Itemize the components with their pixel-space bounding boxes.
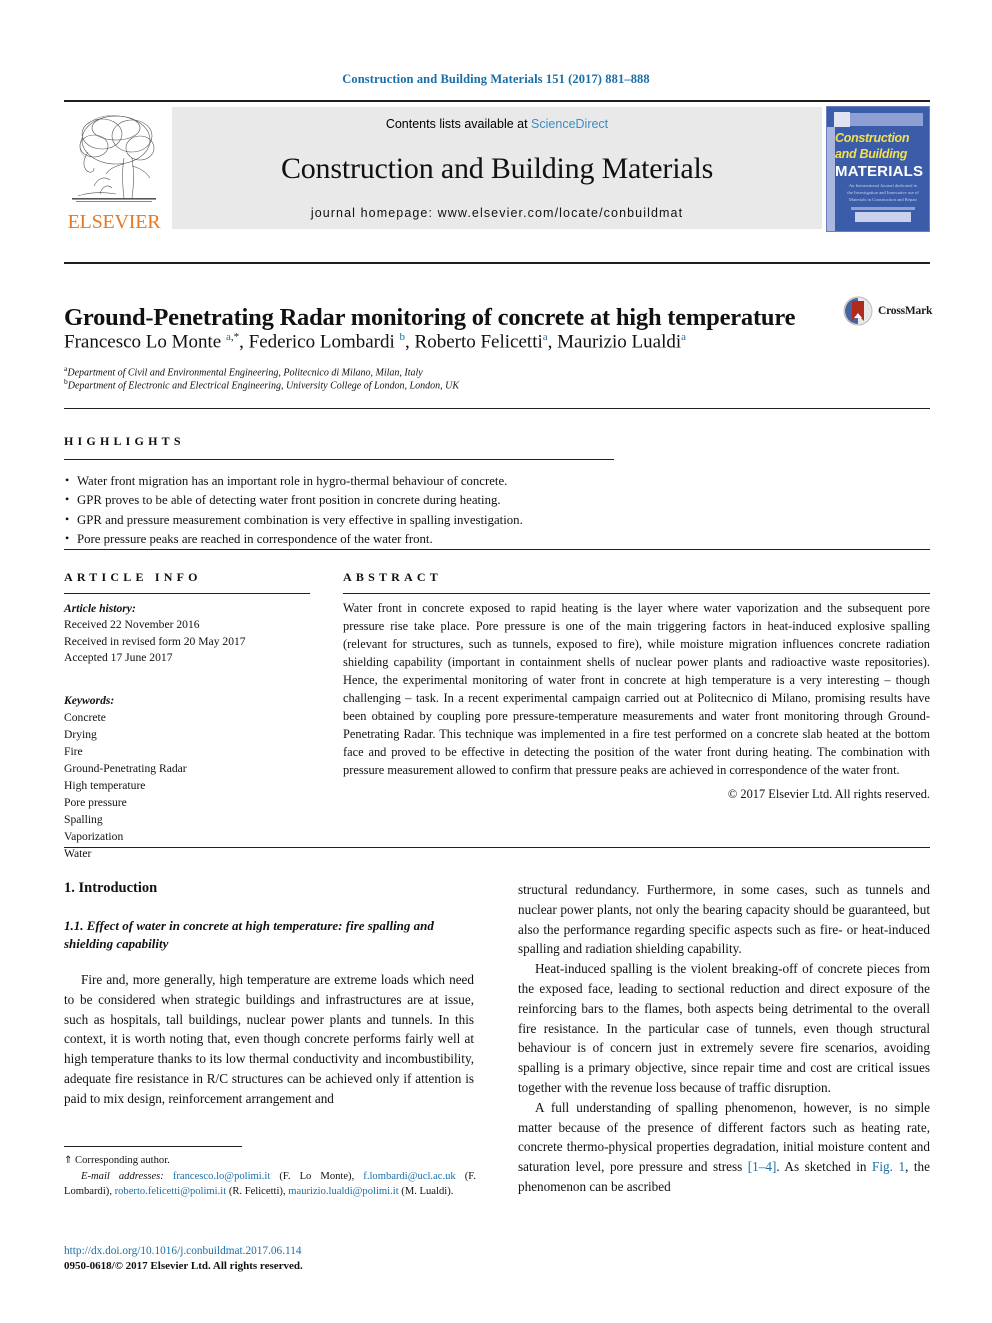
journal-cover-thumbnail: Construction and Building MATERIALS An I… [826,106,930,232]
highlights-list: Water front migration has an important r… [64,471,624,550]
list-item: Water front migration has an important r… [64,471,624,491]
doi-link[interactable]: http://dx.doi.org/10.1016/j.conbuildmat.… [64,1243,476,1259]
subsection-heading: 1.1. Effect of water in concrete at high… [64,918,434,951]
cover-sidebar [827,127,835,231]
corresponding-marker: ⇑ [64,1155,73,1166]
email-link[interactable]: f.lombardi@ucl.ac.uk [363,1171,455,1182]
contents-line: Contents lists available at ScienceDirec… [386,117,608,131]
email-owner: (M. Lualdi) [401,1186,451,1198]
paragraph-text-mid: . As sketched in [776,1159,873,1175]
keyword-item: High temperature [64,779,146,793]
highlights-bottom-divider [64,549,930,550]
figure-link-1[interactable]: Fig. 1 [872,1159,905,1174]
journal-homepage-link[interactable]: journal homepage: www.elsevier.com/locat… [311,206,683,220]
cover-blurb: An International Journal dedicated to th… [847,183,919,202]
corresponding-author-note: ⇑ Corresponding author. [64,1153,476,1169]
history-item: Received 22 November 2016 [64,618,200,632]
highlights-mid-divider [64,459,614,460]
article-info-divider [64,593,310,594]
history-item: Accepted 17 June 2017 [64,651,173,665]
page-title: Ground-Penetrating Radar monitoring of c… [64,304,796,332]
cover-title-line1: Construction [835,131,910,145]
citation-link-1[interactable]: [1–4] [748,1159,777,1174]
email-owner: (R. Felicetti) [228,1186,283,1198]
keyword-item: Vaporization [64,830,124,844]
affiliation-b-text: Department of Electronic and Electrical … [67,380,459,392]
section-heading: 1. Introduction [64,880,158,896]
journal-band: Contents lists available at ScienceDirec… [172,107,822,229]
paragraph-with-references: A full understanding of spalling phenome… [518,1098,930,1197]
corresponding-text: Corresponding author. [75,1155,170,1166]
email-label: E-mail addresses: [81,1170,164,1182]
abstract-copyright: © 2017 Elsevier Ltd. All rights reserved… [727,787,930,801]
abstract-divider [343,593,930,594]
crossmark-icon [843,296,873,326]
cover-footmark [855,212,911,222]
paragraph: Fire and, more generally, high temperatu… [64,972,474,1106]
abstract-text: Water front in concrete exposed to rapid… [343,601,930,777]
abstract-heading: ABSTRACT [343,570,442,584]
crossmark-label: CrossMark [878,305,933,317]
highlights-top-divider [64,408,930,409]
article-page: Construction and Building Materials 151 … [0,0,992,1323]
keyword-item: Spalling [64,813,103,827]
author-list: Francesco Lo Monte a,*, Federico Lombard… [64,331,687,353]
email-link[interactable]: maurizio.lualdi@polimi.it [288,1186,398,1197]
elsevier-wordmark: ELSEVIER [67,211,161,233]
cover-elsevier-mark-icon [834,112,850,127]
title-divider [64,262,930,264]
keywords-label: Keywords: [64,694,115,707]
paragraph: structural redundancy. Furthermore, in s… [518,882,930,957]
paragraph: Heat-induced spalling is the violent bre… [518,961,930,1095]
list-item: Pore pressure peaks are reached in corre… [64,529,624,549]
keyword-item: Concrete [64,711,106,725]
abstract-bottom-divider [64,847,930,848]
body-column-left: 1. Introduction 1.1. Effect of water in … [64,880,474,1109]
footnote-divider [64,1146,242,1147]
journal-title: Construction and Building Materials [280,151,714,185]
elsevier-tree-icon [72,115,156,202]
journal-masthead: ELSEVIER Contents lists available at Sci… [64,100,930,232]
issn-copyright-line: 0950-0618/© 2017 Elsevier Ltd. All right… [64,1260,303,1273]
highlights-heading: HIGHLIGHTS [64,434,185,448]
cover-title-line3: MATERIALS [835,163,924,180]
list-item: GPR proves to be able of detecting water… [64,490,624,510]
doi-block: http://dx.doi.org/10.1016/j.conbuildmat.… [64,1243,476,1275]
keywords-block: Keywords: Concrete Drying Fire Ground-Pe… [64,692,314,862]
contents-prefix: Contents lists available at [385,117,532,131]
history-item: Received in revised form 20 May 2017 [64,634,246,648]
keyword-item: Drying [64,728,97,742]
running-head: Construction and Building Materials 151 … [342,72,650,86]
article-history-label: Article history: [64,602,136,615]
body-column-right: structural redundancy. Furthermore, in s… [518,880,930,1197]
cover-footline [851,207,915,210]
email-link[interactable]: francesco.lo@polimi.it [173,1171,270,1182]
keyword-item: Pore pressure [64,796,127,810]
footnote-block: ⇑ Corresponding author. E-mail addresses… [64,1153,476,1200]
crossmark-badge[interactable]: CrossMark [843,294,933,328]
article-history: Article history: Received 22 November 20… [64,601,314,667]
email-link[interactable]: roberto.felicetti@polimi.it [115,1186,227,1197]
keyword-item: Fire [64,745,83,759]
list-item: GPR and pressure measurement combination… [64,510,624,530]
elsevier-logo: ELSEVIER [64,106,164,232]
email-addresses: E-mail addresses: francesco.lo@polimi.it… [64,1170,476,1198]
cover-title-line2: and Building [835,147,908,161]
sciencedirect-link[interactable]: ScienceDirect [531,117,608,131]
affiliation-b: bDepartment of Electronic and Electrical… [64,377,864,394]
article-info-heading: ARTICLE INFO [64,570,202,584]
email-owner: (F. Lo Monte) [279,1170,352,1182]
keyword-item: Ground-Penetrating Radar [64,762,187,776]
